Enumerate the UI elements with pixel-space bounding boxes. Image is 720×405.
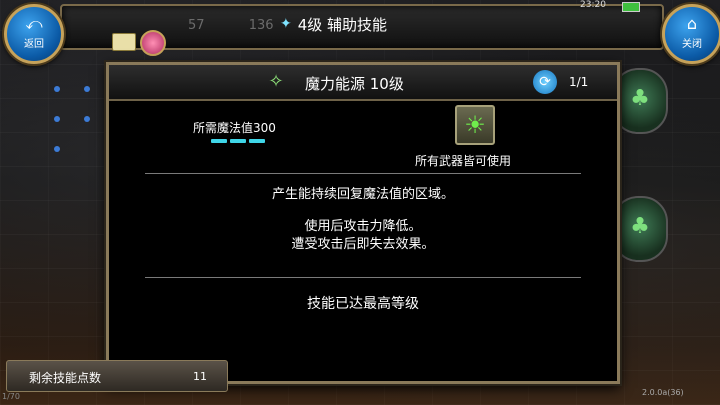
close-button[interactable]: ⌂ 关闭 xyxy=(662,4,720,64)
close-button-label: 关闭 xyxy=(682,39,702,50)
back-arrow-icon: ⤺ xyxy=(25,14,43,33)
gift-icon[interactable] xyxy=(140,30,166,56)
tree-icon: ♣ xyxy=(630,86,650,111)
skill-name: 魔力能源 10级 xyxy=(305,75,404,93)
skill-orb-1[interactable]: ♣ xyxy=(612,68,668,134)
page-counter: 1/1 xyxy=(569,75,589,89)
mp-segment xyxy=(249,139,265,143)
star-icon: ✦ xyxy=(280,16,292,32)
skill-orb-2[interactable]: ♣ xyxy=(612,196,668,262)
divider xyxy=(145,173,581,174)
game-background: ♣ ♣ 57 136 ✦ 4级 辅助技能 23:20 ⤺ 返回 ⌂ 关闭 ✧ 魔… xyxy=(0,0,720,405)
bottom-left-counter: 1/70 xyxy=(2,392,20,401)
mp-segment xyxy=(211,139,227,143)
battery-icon xyxy=(622,2,640,12)
stat-a: 57 xyxy=(188,18,205,33)
mp-requirement: 所需魔法值300 xyxy=(193,121,276,135)
tree-icon: ♣ xyxy=(630,214,650,239)
skill-description-2: 使用后攻击力降低。 xyxy=(304,219,422,234)
mp-segment xyxy=(230,139,246,143)
refresh-icon[interactable]: ⟳ xyxy=(533,70,557,94)
panel-header: ✧ 魔力能源 10级 ⟳ 1/1 xyxy=(109,65,617,101)
home-icon: ⌂ xyxy=(686,14,698,33)
weapon-requirement: 所有武器皆可使用 xyxy=(415,154,512,168)
skill-description-1: 产生能持续回复魔法值的区域。 xyxy=(271,187,454,202)
remaining-skill-points: 剩余技能点数 11 xyxy=(6,360,228,392)
skill-detail-panel: ✧ 魔力能源 10级 ⟳ 1/1 所需魔法值300 ☀ 所有武器皆可使用 产生能… xyxy=(106,62,620,384)
max-level-status: 技能已达最高等级 xyxy=(307,296,419,312)
back-button-label: 返回 xyxy=(24,39,44,50)
skill-description-3: 遭受攻击后即失去效果。 xyxy=(291,237,435,252)
page-title: ✦ 4级 辅助技能 xyxy=(280,12,387,36)
skill-tree-lines xyxy=(0,70,100,170)
page-title-text: 4级 辅助技能 xyxy=(297,15,388,34)
mail-icon[interactable] xyxy=(112,33,136,51)
mp-requirement-bar xyxy=(211,139,265,143)
all-weapons-icon: ☀ xyxy=(455,105,495,145)
mana-source-icon: ✧ xyxy=(268,71,284,92)
status-time: 23:20 xyxy=(580,0,606,10)
stat-b: 136 xyxy=(248,18,274,33)
skill-points-value: 11 xyxy=(193,370,207,383)
back-button[interactable]: ⤺ 返回 xyxy=(4,4,64,64)
version-label: 2.0.0a(36) xyxy=(642,388,684,397)
skill-points-label: 剩余技能点数 xyxy=(29,371,102,385)
divider xyxy=(145,277,581,278)
